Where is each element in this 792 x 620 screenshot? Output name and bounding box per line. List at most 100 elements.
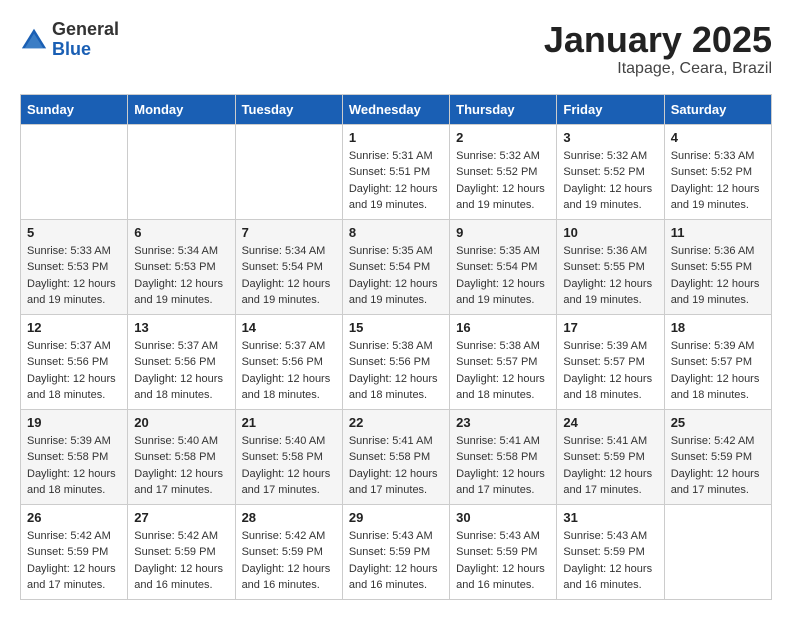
day-info: Sunrise: 5:34 AM Sunset: 5:53 PM Dayligh… — [134, 243, 228, 309]
weekday-header-wednesday: Wednesday — [342, 94, 449, 124]
weekday-header-monday: Monday — [128, 94, 235, 124]
calendar-week-row: 1 Sunrise: 5:31 AM Sunset: 5:51 PM Daylig… — [21, 124, 772, 219]
day-number: 31 — [563, 510, 657, 525]
day-info: Sunrise: 5:37 AM Sunset: 5:56 PM Dayligh… — [27, 338, 121, 404]
day-number: 9 — [456, 225, 550, 240]
logo-icon — [20, 26, 48, 54]
day-info: Sunrise: 5:34 AM Sunset: 5:54 PM Dayligh… — [242, 243, 336, 309]
day-number: 12 — [27, 320, 121, 335]
day-number: 14 — [242, 320, 336, 335]
location-text: Itapage, Ceara, Brazil — [544, 60, 772, 78]
day-info: Sunrise: 5:35 AM Sunset: 5:54 PM Dayligh… — [456, 243, 550, 309]
weekday-header-row: SundayMondayTuesdayWednesdayThursdayFrid… — [21, 94, 772, 124]
calendar-cell — [21, 124, 128, 219]
calendar-cell: 22 Sunrise: 5:41 AM Sunset: 5:58 PM Dayli… — [342, 409, 449, 504]
weekday-header-sunday: Sunday — [21, 94, 128, 124]
day-number: 26 — [27, 510, 121, 525]
day-info: Sunrise: 5:42 AM Sunset: 5:59 PM Dayligh… — [242, 528, 336, 594]
weekday-header-tuesday: Tuesday — [235, 94, 342, 124]
weekday-header-thursday: Thursday — [450, 94, 557, 124]
day-info: Sunrise: 5:42 AM Sunset: 5:59 PM Dayligh… — [671, 433, 765, 499]
day-number: 30 — [456, 510, 550, 525]
calendar-week-row: 5 Sunrise: 5:33 AM Sunset: 5:53 PM Daylig… — [21, 219, 772, 314]
logo-blue-text: Blue — [52, 40, 119, 60]
day-number: 20 — [134, 415, 228, 430]
calendar-cell: 8 Sunrise: 5:35 AM Sunset: 5:54 PM Daylig… — [342, 219, 449, 314]
day-info: Sunrise: 5:31 AM Sunset: 5:51 PM Dayligh… — [349, 148, 443, 214]
day-number: 19 — [27, 415, 121, 430]
day-number: 13 — [134, 320, 228, 335]
calendar-cell: 6 Sunrise: 5:34 AM Sunset: 5:53 PM Daylig… — [128, 219, 235, 314]
calendar-week-row: 19 Sunrise: 5:39 AM Sunset: 5:58 PM Dayli… — [21, 409, 772, 504]
day-info: Sunrise: 5:38 AM Sunset: 5:56 PM Dayligh… — [349, 338, 443, 404]
calendar-cell: 4Sunrise: 5:33 AM Sunset: 5:52 PM Daylig… — [664, 124, 771, 219]
calendar-cell: 2Sunrise: 5:32 AM Sunset: 5:52 PM Daylig… — [450, 124, 557, 219]
calendar-cell — [128, 124, 235, 219]
day-number: 27 — [134, 510, 228, 525]
day-info: Sunrise: 5:32 AM Sunset: 5:52 PM Dayligh… — [456, 148, 550, 214]
calendar-cell: 17Sunrise: 5:39 AM Sunset: 5:57 PM Dayli… — [557, 314, 664, 409]
calendar-cell: 12 Sunrise: 5:37 AM Sunset: 5:56 PM Dayli… — [21, 314, 128, 409]
day-info: Sunrise: 5:32 AM Sunset: 5:52 PM Dayligh… — [563, 148, 657, 214]
calendar-cell: 25 Sunrise: 5:42 AM Sunset: 5:59 PM Dayli… — [664, 409, 771, 504]
day-info: Sunrise: 5:37 AM Sunset: 5:56 PM Dayligh… — [134, 338, 228, 404]
calendar-cell: 7 Sunrise: 5:34 AM Sunset: 5:54 PM Daylig… — [235, 219, 342, 314]
calendar-cell: 14 Sunrise: 5:37 AM Sunset: 5:56 PM Dayli… — [235, 314, 342, 409]
day-number: 17 — [563, 320, 657, 335]
calendar-table: SundayMondayTuesdayWednesdayThursdayFrid… — [20, 94, 772, 600]
day-number: 6 — [134, 225, 228, 240]
day-info: Sunrise: 5:41 AM Sunset: 5:59 PM Dayligh… — [563, 433, 657, 499]
calendar-cell: 20 Sunrise: 5:40 AM Sunset: 5:58 PM Dayli… — [128, 409, 235, 504]
calendar-cell: 28Sunrise: 5:42 AM Sunset: 5:59 PM Dayli… — [235, 504, 342, 599]
month-title: January 2025 — [544, 20, 772, 60]
day-info: Sunrise: 5:40 AM Sunset: 5:58 PM Dayligh… — [134, 433, 228, 499]
calendar-cell: 15 Sunrise: 5:38 AM Sunset: 5:56 PM Dayli… — [342, 314, 449, 409]
day-info: Sunrise: 5:33 AM Sunset: 5:53 PM Dayligh… — [27, 243, 121, 309]
day-number: 7 — [242, 225, 336, 240]
day-info: Sunrise: 5:38 AM Sunset: 5:57 PM Dayligh… — [456, 338, 550, 404]
calendar-cell: 11Sunrise: 5:36 AM Sunset: 5:55 PM Dayli… — [664, 219, 771, 314]
calendar-cell: 31Sunrise: 5:43 AM Sunset: 5:59 PM Dayli… — [557, 504, 664, 599]
day-number: 29 — [349, 510, 443, 525]
day-number: 1 — [349, 130, 443, 145]
day-info: Sunrise: 5:42 AM Sunset: 5:59 PM Dayligh… — [134, 528, 228, 594]
calendar-cell: 24Sunrise: 5:41 AM Sunset: 5:59 PM Dayli… — [557, 409, 664, 504]
calendar-cell: 13 Sunrise: 5:37 AM Sunset: 5:56 PM Dayli… — [128, 314, 235, 409]
day-number: 25 — [671, 415, 765, 430]
day-number: 18 — [671, 320, 765, 335]
logo-general-text: General — [52, 20, 119, 40]
day-info: Sunrise: 5:40 AM Sunset: 5:58 PM Dayligh… — [242, 433, 336, 499]
day-info: Sunrise: 5:43 AM Sunset: 5:59 PM Dayligh… — [349, 528, 443, 594]
day-number: 5 — [27, 225, 121, 240]
day-info: Sunrise: 5:42 AM Sunset: 5:59 PM Dayligh… — [27, 528, 121, 594]
weekday-header-friday: Friday — [557, 94, 664, 124]
calendar-cell: 10Sunrise: 5:36 AM Sunset: 5:55 PM Dayli… — [557, 219, 664, 314]
page-header: General Blue January 2025 Itapage, Ceara… — [20, 20, 772, 78]
calendar-cell: 30 Sunrise: 5:43 AM Sunset: 5:59 PM Dayli… — [450, 504, 557, 599]
day-number: 3 — [563, 130, 657, 145]
day-info: Sunrise: 5:37 AM Sunset: 5:56 PM Dayligh… — [242, 338, 336, 404]
day-number: 8 — [349, 225, 443, 240]
day-info: Sunrise: 5:41 AM Sunset: 5:58 PM Dayligh… — [456, 433, 550, 499]
day-info: Sunrise: 5:36 AM Sunset: 5:55 PM Dayligh… — [671, 243, 765, 309]
day-info: Sunrise: 5:43 AM Sunset: 5:59 PM Dayligh… — [456, 528, 550, 594]
title-block: January 2025 Itapage, Ceara, Brazil — [544, 20, 772, 78]
calendar-cell: 16Sunrise: 5:38 AM Sunset: 5:57 PM Dayli… — [450, 314, 557, 409]
calendar-cell: 21Sunrise: 5:40 AM Sunset: 5:58 PM Dayli… — [235, 409, 342, 504]
calendar-week-row: 26 Sunrise: 5:42 AM Sunset: 5:59 PM Dayli… — [21, 504, 772, 599]
day-number: 22 — [349, 415, 443, 430]
calendar-cell — [664, 504, 771, 599]
calendar-cell: 19 Sunrise: 5:39 AM Sunset: 5:58 PM Dayli… — [21, 409, 128, 504]
day-info: Sunrise: 5:35 AM Sunset: 5:54 PM Dayligh… — [349, 243, 443, 309]
logo-text: General Blue — [52, 20, 119, 60]
calendar-cell: 5 Sunrise: 5:33 AM Sunset: 5:53 PM Daylig… — [21, 219, 128, 314]
calendar-cell: 29 Sunrise: 5:43 AM Sunset: 5:59 PM Dayli… — [342, 504, 449, 599]
calendar-cell: 27 Sunrise: 5:42 AM Sunset: 5:59 PM Dayli… — [128, 504, 235, 599]
day-number: 15 — [349, 320, 443, 335]
day-number: 23 — [456, 415, 550, 430]
weekday-header-saturday: Saturday — [664, 94, 771, 124]
day-info: Sunrise: 5:36 AM Sunset: 5:55 PM Dayligh… — [563, 243, 657, 309]
day-info: Sunrise: 5:39 AM Sunset: 5:58 PM Dayligh… — [27, 433, 121, 499]
day-info: Sunrise: 5:41 AM Sunset: 5:58 PM Dayligh… — [349, 433, 443, 499]
calendar-cell: 18Sunrise: 5:39 AM Sunset: 5:57 PM Dayli… — [664, 314, 771, 409]
